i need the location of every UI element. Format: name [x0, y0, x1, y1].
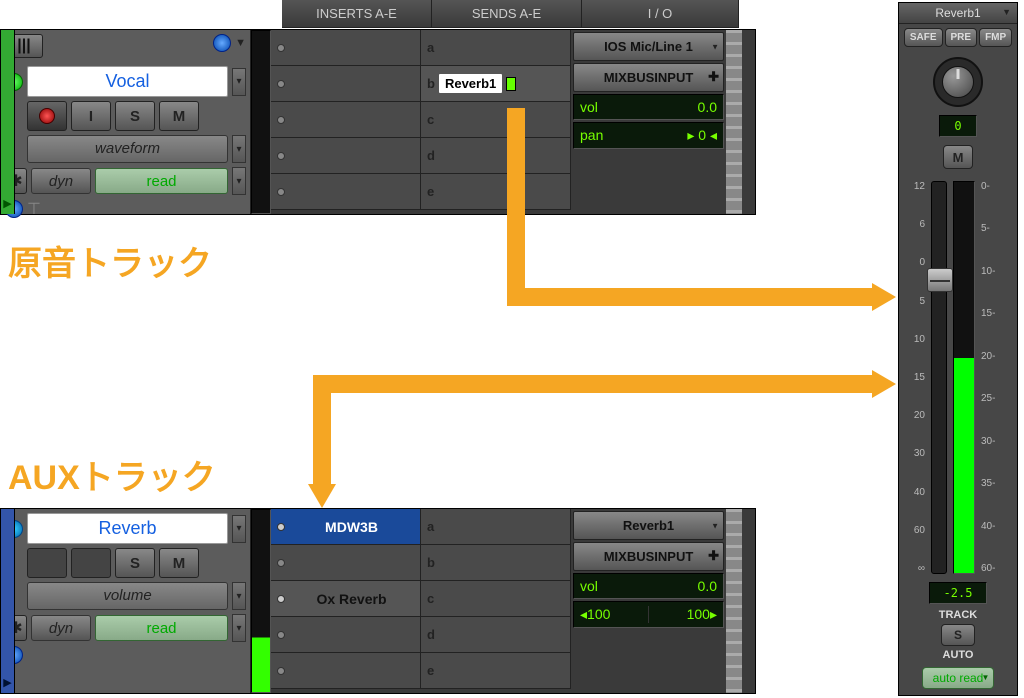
timebase-icon[interactable]: [213, 34, 231, 52]
send-slot-b[interactable]: b Reverb1: [421, 66, 571, 102]
record-enable-button[interactable]: [27, 101, 67, 131]
auto-section-label: AUTO: [943, 646, 974, 664]
send-slot-e[interactable]: e: [421, 174, 571, 210]
insert-slot-d[interactable]: [271, 138, 421, 174]
send-meter: [953, 181, 975, 574]
send-active-led: [506, 77, 516, 91]
send-slot-c[interactable]: c: [421, 581, 571, 617]
send-slot-a[interactable]: a: [421, 509, 571, 545]
track-name[interactable]: Reverb: [27, 513, 228, 544]
send-mute-button[interactable]: M: [943, 145, 973, 169]
send-slot-d[interactable]: d: [421, 138, 571, 174]
elastic-audio-button[interactable]: dyn: [31, 615, 91, 641]
insert-slot-b[interactable]: [271, 66, 421, 102]
mute-button[interactable]: M: [159, 101, 199, 131]
input-monitor-button[interactable]: I: [71, 101, 111, 131]
meter-scale: 0-5-10-15-20-25-30-35-40-60-: [981, 181, 999, 574]
send-output-window: Reverb1▼ SAFE PRE FMP 0 M 12605101520304…: [898, 2, 1018, 696]
solo-button[interactable]: S: [115, 548, 155, 578]
inserts-header: INSERTS A-E: [282, 0, 432, 28]
track-name[interactable]: Vocal: [27, 66, 228, 97]
insert-slot-d[interactable]: [271, 617, 421, 653]
pan-readout[interactable]: pan▸ 0 ◂: [573, 122, 724, 149]
insert-slot-e[interactable]: [271, 653, 421, 689]
track-meter: [251, 30, 271, 214]
track-meter: [251, 509, 271, 693]
track-view-selector[interactable]: waveform: [27, 135, 228, 163]
send-level-value[interactable]: -2.5: [929, 582, 988, 604]
disabled-button: [27, 548, 67, 578]
pre-button[interactable]: PRE: [945, 28, 978, 47]
track-reverb: ▶ Reverb S M volume ✱ dyn read MDW3B: [0, 508, 756, 694]
automation-menu[interactable]: [232, 167, 246, 195]
send-slot-a[interactable]: a: [421, 30, 571, 66]
solo-safe-button[interactable]: S: [941, 624, 975, 646]
disabled-button: [71, 548, 111, 578]
auto-mode-selector[interactable]: auto read▼: [922, 667, 995, 689]
pan-knob[interactable]: [933, 57, 983, 107]
send-b-assignment[interactable]: Reverb1: [439, 74, 502, 93]
volume-readout[interactable]: vol0.0: [573, 94, 724, 120]
mute-button[interactable]: M: [159, 548, 199, 578]
insert-slot-c[interactable]: Ox Reverb: [271, 581, 421, 617]
automation-menu[interactable]: [232, 614, 246, 642]
fader-track[interactable]: [931, 181, 947, 574]
insert-slot-e[interactable]: [271, 174, 421, 210]
track-section-label: TRACK: [939, 606, 978, 624]
input-selector[interactable]: IOS Mic/Line 1▼: [573, 32, 724, 61]
timeline-ruler: [726, 509, 742, 693]
insert-slot-a[interactable]: MDW3B: [271, 509, 421, 545]
fader-handle[interactable]: [927, 268, 953, 292]
play-icon[interactable]: ▶: [3, 197, 11, 214]
send-slot-b[interactable]: b: [421, 545, 571, 581]
sends-header: SENDS A-E: [432, 0, 582, 28]
insert-slot-a[interactable]: [271, 30, 421, 66]
pan-readout[interactable]: ◂100100▸: [573, 601, 724, 628]
output-selector[interactable]: MIXBUSINPUT✚: [573, 63, 724, 92]
insert-slot-b[interactable]: [271, 545, 421, 581]
track-view-selector[interactable]: volume: [27, 582, 228, 610]
send-slot-e[interactable]: e: [421, 653, 571, 689]
timeline-ruler: [726, 30, 742, 214]
track-view-menu[interactable]: [232, 582, 246, 610]
automation-mode-button[interactable]: read: [95, 168, 228, 194]
track-menu-button[interactable]: [232, 68, 246, 96]
track-vocal: ▶ ||| ▼ Vocal I S M waveform ✱ dyn read: [0, 29, 756, 215]
input-selector[interactable]: Reverb1▼: [573, 511, 724, 540]
io-header: I / O: [582, 0, 739, 28]
volume-readout[interactable]: vol0.0: [573, 573, 724, 599]
fmp-button[interactable]: FMP: [979, 28, 1012, 47]
annotation-source-track: 原音トラック: [8, 236, 212, 285]
output-selector[interactable]: MIXBUSINPUT✚: [573, 542, 724, 571]
annotation-aux-track: AUXトラック: [8, 450, 216, 499]
send-slot-d[interactable]: d: [421, 617, 571, 653]
pan-value[interactable]: 0: [939, 115, 976, 137]
safe-button[interactable]: SAFE: [904, 28, 943, 47]
track-menu-button[interactable]: [232, 515, 246, 543]
fader-scale: 12605101520304060∞: [907, 181, 925, 574]
elastic-audio-button[interactable]: dyn: [31, 168, 91, 194]
send-slot-c[interactable]: c: [421, 102, 571, 138]
solo-button[interactable]: S: [115, 101, 155, 131]
track-view-menu[interactable]: [232, 135, 246, 163]
automation-mode-button[interactable]: read: [95, 615, 228, 641]
play-icon[interactable]: ▶: [3, 676, 11, 693]
insert-slot-c[interactable]: [271, 102, 421, 138]
send-window-title[interactable]: Reverb1▼: [899, 3, 1017, 24]
